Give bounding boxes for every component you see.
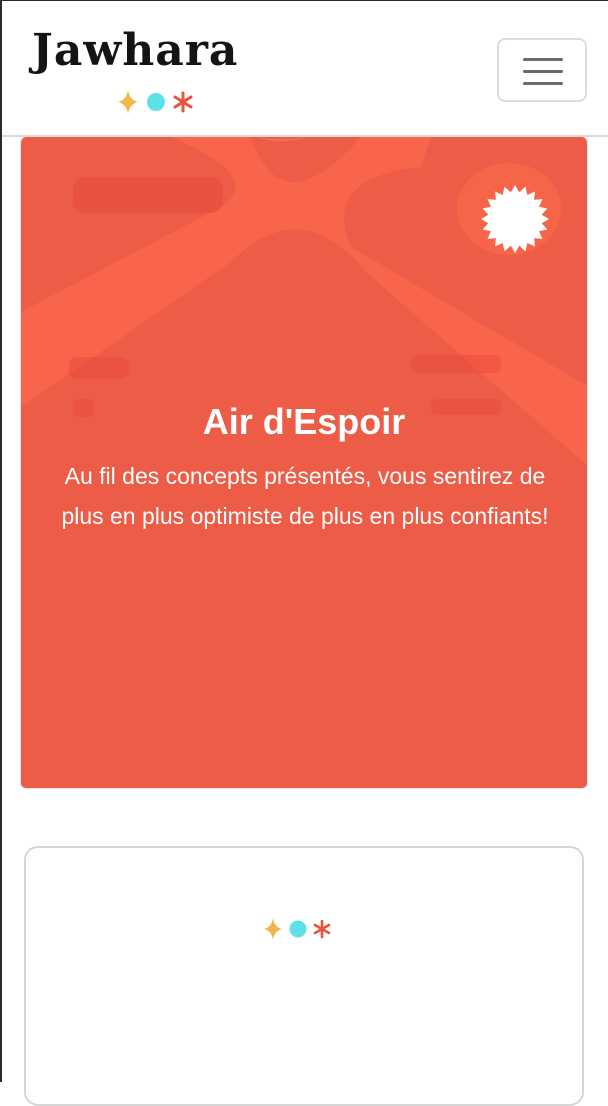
hero-title: Air d'Espoir <box>202 401 406 443</box>
dot-icon <box>289 920 307 938</box>
card-marks <box>264 918 331 940</box>
hero-description: Au fil des concepts présentés, vous sent… <box>61 463 549 529</box>
sparkle-icon <box>264 918 282 940</box>
menu-toggle-button[interactable] <box>497 38 587 102</box>
brand-logo[interactable]: Jawhara <box>32 29 262 119</box>
hamburger-menu-icon <box>523 58 563 61</box>
sparkle-icon <box>118 90 138 114</box>
brand-marks <box>118 90 193 114</box>
feature-card <box>24 846 584 1106</box>
asterisk-icon <box>313 919 331 939</box>
starburst-seal-icon <box>481 185 549 253</box>
brand-name: Jawhara <box>32 25 239 76</box>
top-navbar: Jawhara <box>2 1 608 137</box>
asterisk-icon <box>173 91 193 113</box>
dot-icon <box>147 93 165 111</box>
hero-card: Air d'Espoir Au fil des concepts présent… <box>20 137 588 789</box>
